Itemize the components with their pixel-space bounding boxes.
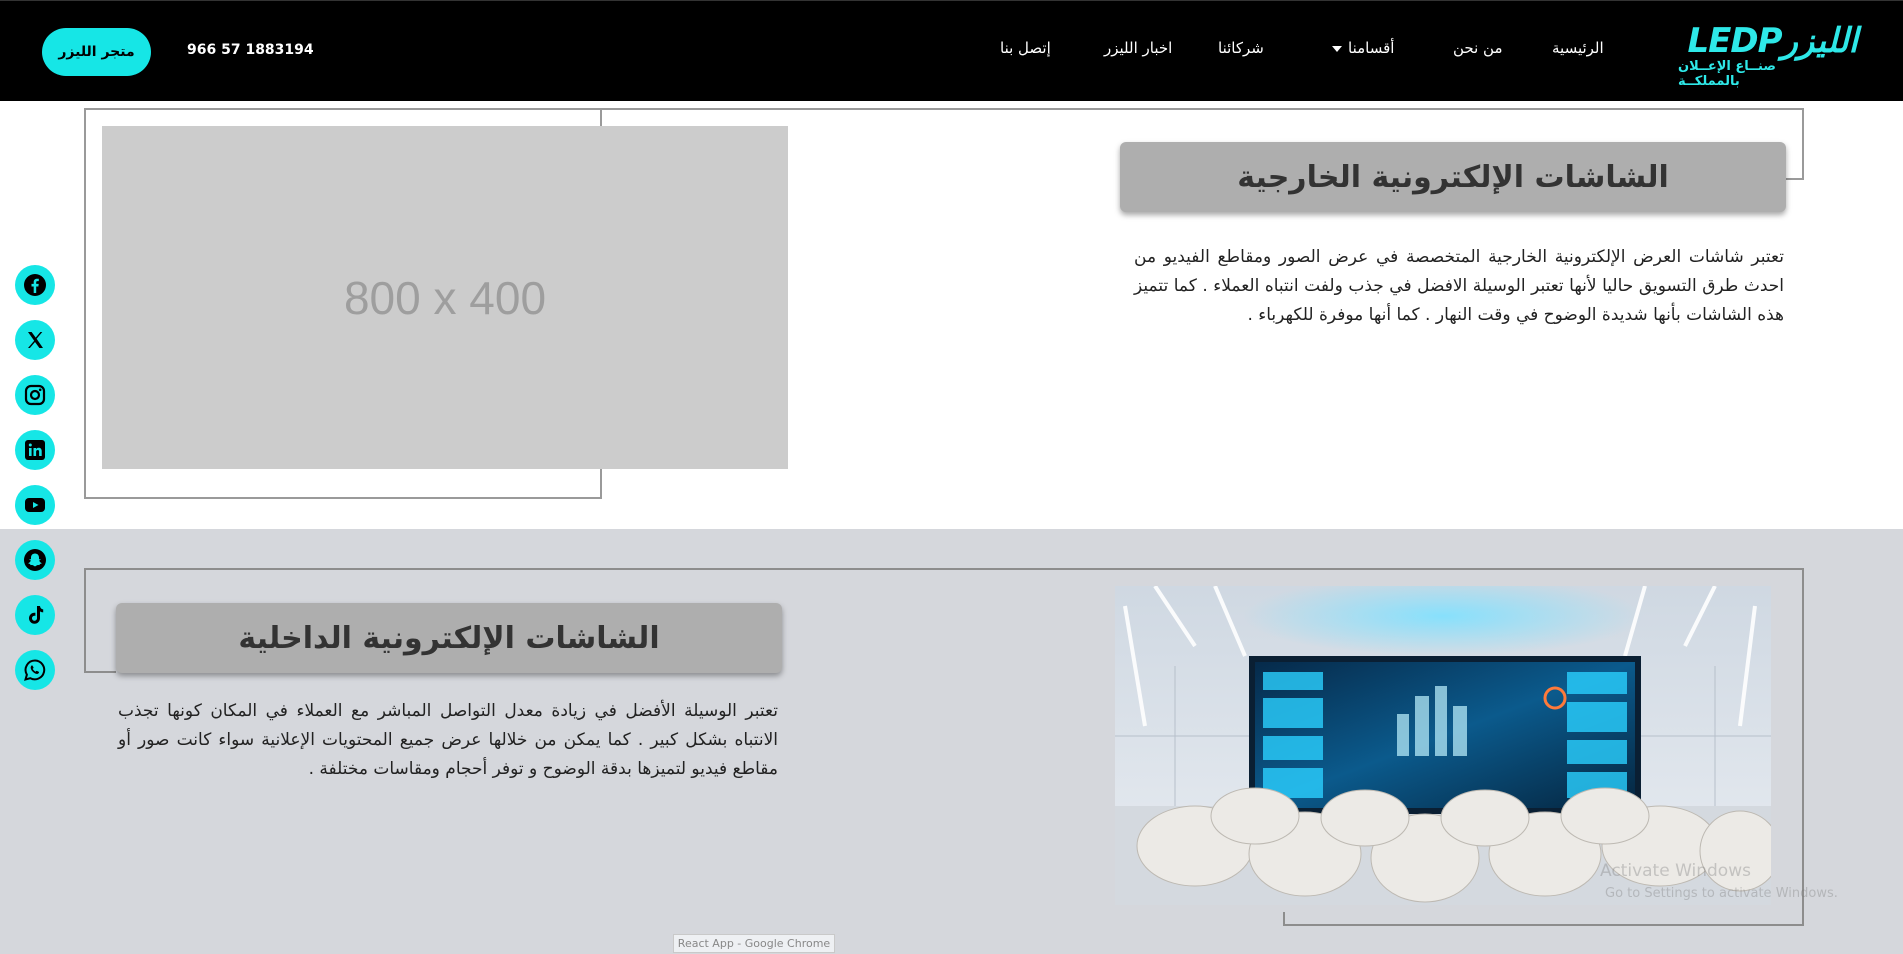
nav-contact[interactable]: إتصل بنا: [1000, 39, 1051, 65]
site-logo[interactable]: LEDPالليزر صنــاع الإعــلان بالمملكــة: [1678, 21, 1859, 89]
snapchat-icon[interactable]: [15, 540, 55, 580]
linkedin-icon[interactable]: [15, 430, 55, 470]
nav-sections-label: أقسامنا: [1348, 39, 1395, 57]
outdoor-description: تعتبر شاشات العرض الإلكترونية الخارجية ا…: [1134, 247, 1784, 325]
frame-line: [1802, 108, 1804, 180]
nav-home[interactable]: الرئيسية: [1552, 39, 1604, 65]
frame-line: [1786, 178, 1804, 180]
phone-number[interactable]: 966 57 1883194: [187, 42, 314, 58]
frame-line: [84, 671, 116, 673]
instagram-icon[interactable]: [15, 375, 55, 415]
conference-room-illustration: [1115, 586, 1771, 905]
tiktok-icon[interactable]: [15, 595, 55, 635]
logo-tagline: صنــاع الإعــلان بالمملكــة: [1678, 59, 1776, 89]
taskbar-tooltip: React App - Google Chrome: [673, 934, 835, 953]
indoor-title: الشاشات الإلكترونية الداخلية: [116, 603, 782, 673]
frame-line: [1283, 924, 1804, 926]
outdoor-section: 800 x 400 الشاشات الإلكترونية الخارجية ت…: [0, 101, 1903, 529]
frame-line: [84, 568, 86, 673]
site-header: LEDPالليزر صنــاع الإعــلان بالمملكــة ا…: [0, 0, 1903, 101]
nav-sections[interactable]: أقسامنا: [1332, 39, 1394, 65]
facebook-icon[interactable]: [15, 265, 55, 305]
nav-partners[interactable]: شركائنا: [1218, 39, 1264, 65]
indoor-screen-photo: [1115, 586, 1771, 905]
indoor-description: تعتبر الوسيلة الأفضل في زيادة معدل التوا…: [118, 701, 778, 779]
frame-line: [1802, 568, 1804, 926]
youtube-icon[interactable]: [15, 485, 55, 525]
frame-line: [1283, 912, 1285, 926]
nav-about[interactable]: من نحن: [1453, 39, 1503, 65]
frame-line: [84, 568, 1804, 570]
caret-down-icon: [1332, 45, 1342, 52]
logo-text: LEDPالليزر: [1687, 21, 1859, 61]
activate-windows-subtitle: Go to Settings to activate Windows.: [1605, 886, 1838, 901]
activate-windows-title: Activate Windows: [1600, 861, 1751, 881]
image-placeholder: 800 x 400: [102, 126, 788, 469]
nav-news[interactable]: اخبار الليزر: [1104, 39, 1172, 65]
store-button[interactable]: متجر الليزر: [42, 28, 151, 76]
outdoor-title: الشاشات الإلكترونية الخارجية: [1120, 142, 1786, 212]
whatsapp-icon[interactable]: [15, 650, 55, 690]
x-icon[interactable]: [15, 320, 55, 360]
